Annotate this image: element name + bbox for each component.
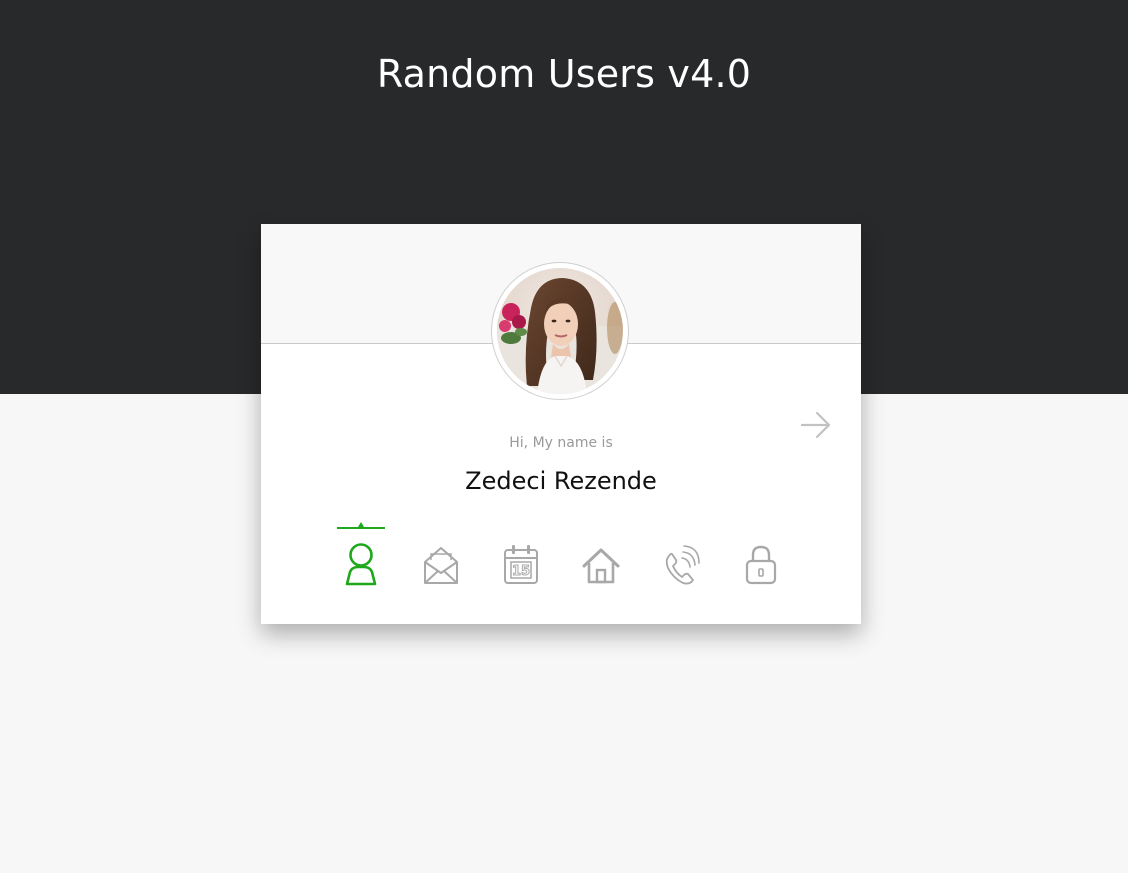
tab-address[interactable] [561, 520, 641, 590]
user-card: Hi, My name is Zedeci Rezende 15 [261, 224, 861, 624]
calendar-glyph: 15 [512, 564, 530, 579]
avatar-photo [497, 268, 623, 394]
tab-birthday[interactable]: 15 [481, 520, 561, 590]
user-name: Zedeci Rezende [465, 467, 657, 495]
tab-email[interactable] [401, 520, 481, 590]
tab-phone[interactable] [641, 520, 721, 590]
tab-password[interactable] [721, 520, 801, 590]
page-title: Random Users v4.0 [376, 52, 752, 96]
home-icon [582, 548, 620, 584]
active-indicator-line [337, 527, 385, 529]
calendar-icon: 15 [504, 545, 538, 584]
info-tab-bar: 15 [321, 520, 801, 590]
envelope-icon [424, 547, 458, 584]
avatar [491, 262, 629, 400]
tab-name[interactable] [321, 520, 401, 590]
lock-icon [745, 545, 777, 585]
user-icon [345, 543, 377, 586]
greeting-text: Hi, My name is [509, 435, 613, 451]
phone-icon [665, 545, 700, 585]
